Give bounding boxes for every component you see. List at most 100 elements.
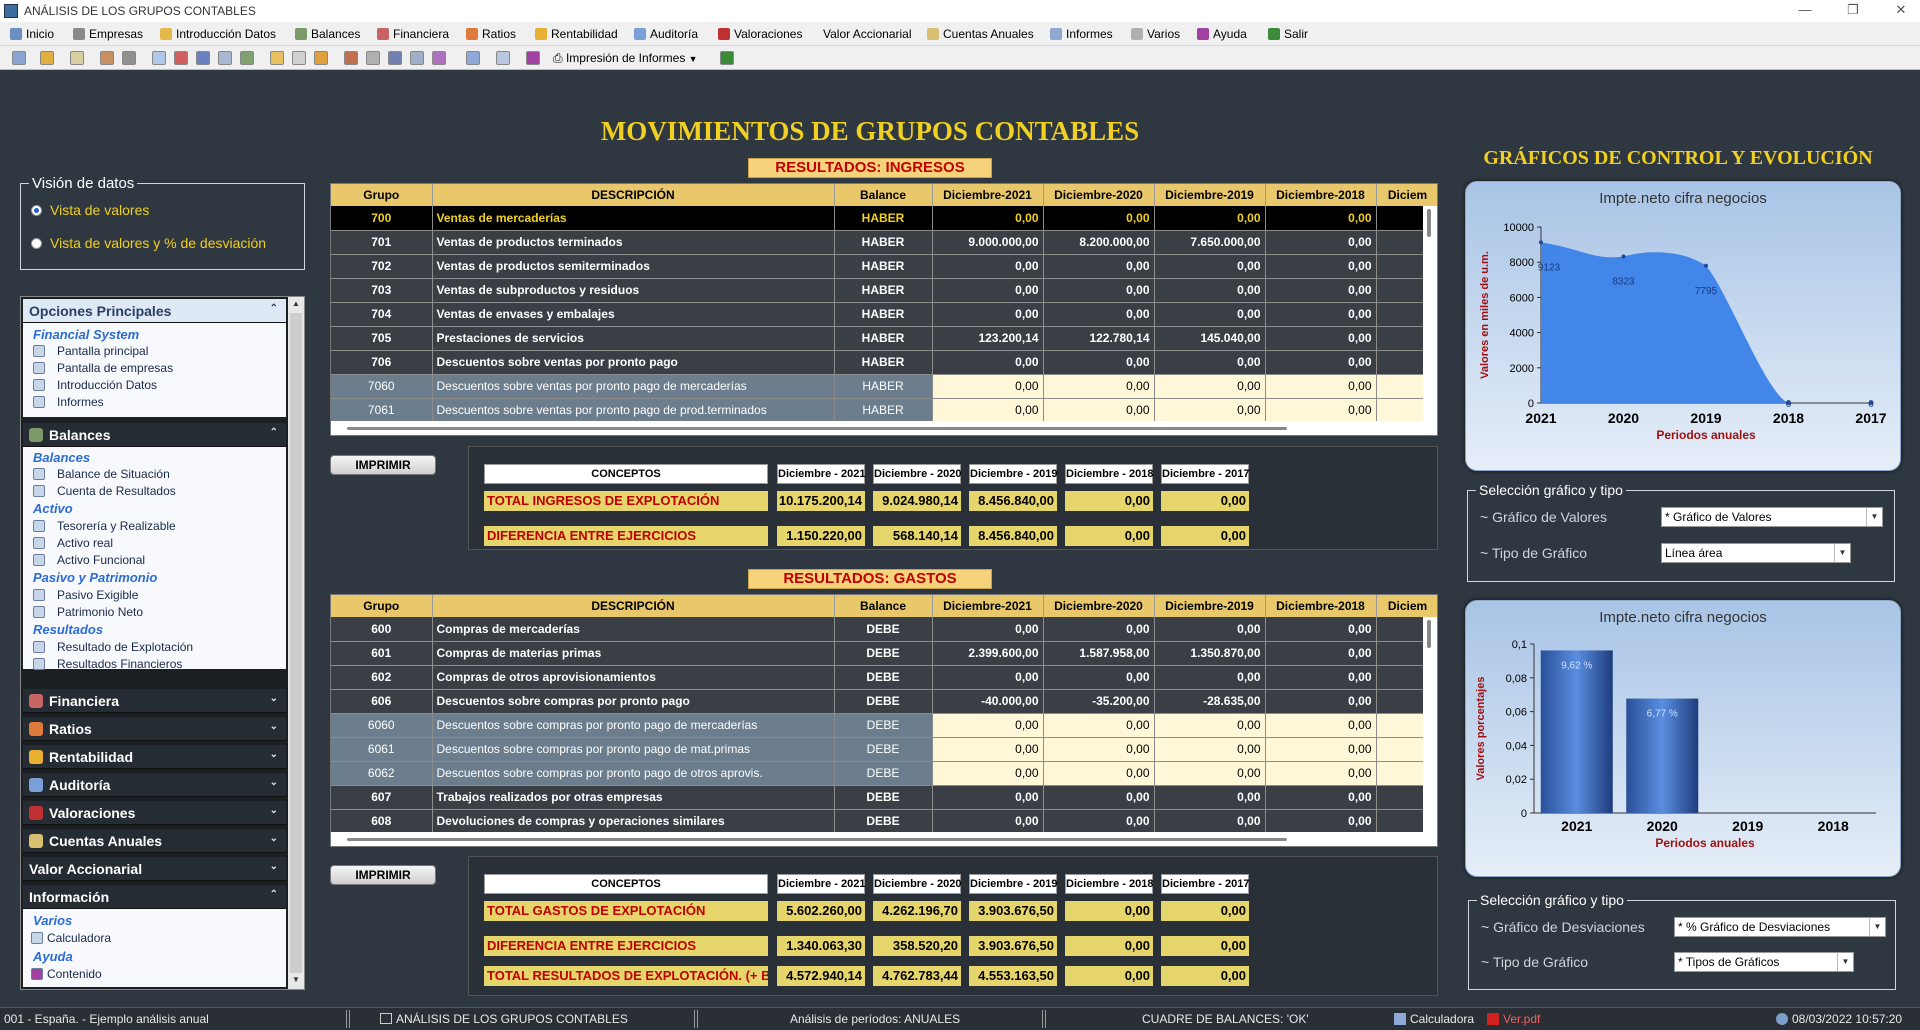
table-cell[interactable]: 123.200,14 (932, 326, 1044, 351)
table-cell[interactable]: 0,00 (1043, 374, 1155, 399)
status-pdf[interactable]: Ver.pdf (1487, 1012, 1540, 1026)
table-cell[interactable]: 0,00 (1265, 374, 1377, 399)
table-cell[interactable]: 0,00 (1265, 326, 1377, 351)
table-cell[interactable]: 145.040,00 (1154, 326, 1266, 351)
menu-auditoria[interactable]: Auditoría (634, 27, 698, 41)
table-cell[interactable]: 601 (331, 641, 433, 666)
table-cell[interactable]: HABER (834, 302, 933, 327)
table-cell[interactable]: 0,00 (1154, 809, 1266, 834)
menu-introduccion[interactable]: Introducción Datos (160, 27, 276, 41)
sidebar-item-patrimonio-neto[interactable]: Patrimonio Neto (33, 605, 143, 619)
table-cell[interactable]: 0,00 (932, 617, 1044, 642)
menu-inicio[interactable]: Inicio (10, 27, 54, 41)
table-row[interactable]: 6061 Descuentos sobre compras por pronto … (331, 737, 1437, 762)
notes-icon[interactable] (270, 51, 284, 65)
table-cell[interactable]: 0,00 (1154, 665, 1266, 690)
scroll-thumb[interactable] (1427, 620, 1431, 648)
scroll-thumb[interactable] (290, 313, 302, 973)
sidebar-item-informes[interactable]: Informes (33, 395, 104, 409)
sidebar-item-balance-situacion[interactable]: Balance de Situación (33, 467, 170, 481)
table-cell[interactable]: 0,00 (932, 350, 1044, 375)
table-row[interactable]: 607 Trabajos realizados por otras empresa… (331, 785, 1437, 810)
scroll-thumb[interactable] (347, 427, 1287, 430)
table-cell[interactable]: 1.587.958,00 (1043, 641, 1155, 666)
column-header[interactable]: Diciembre-2021 (932, 184, 1044, 206)
folder-icon[interactable] (40, 51, 54, 65)
table-row[interactable]: 7061 Descuentos sobre ventas por pronto p… (331, 398, 1437, 423)
table-cell[interactable]: 0,00 (1265, 809, 1377, 834)
sidebar-item-calculadora[interactable]: Calculadora (31, 931, 111, 945)
table-cell[interactable]: 702 (331, 254, 433, 279)
table-cell[interactable]: Descuentos sobre ventas por pronto pago (432, 350, 835, 375)
table-cell[interactable]: 602 (331, 665, 433, 690)
table-cell[interactable]: DEBE (834, 809, 933, 834)
table-cell[interactable]: 0,00 (1043, 809, 1155, 834)
view-values-radio[interactable]: Vista de valores (31, 202, 149, 218)
column-header[interactable]: Diciembre-2020 (1043, 595, 1155, 617)
minimize-icon[interactable]: — (1790, 2, 1820, 17)
sidebar-scrollbar[interactable]: ▲ ▼ (288, 297, 304, 989)
table-cell[interactable]: 0,00 (1043, 785, 1155, 810)
table-cell[interactable]: 0,00 (1265, 761, 1377, 786)
table-cell[interactable]: DEBE (834, 617, 933, 642)
disk-icon[interactable] (366, 51, 380, 65)
table-cell[interactable]: 6062 (331, 761, 433, 786)
table-cell[interactable]: DEBE (834, 641, 933, 666)
table-row[interactable]: 700 Ventas de mercaderías HABER 0,00 0,00 0,0… (331, 206, 1437, 231)
globe-icon[interactable] (432, 51, 446, 65)
gastos-hscroll[interactable] (331, 832, 1437, 846)
table-cell[interactable]: HABER (834, 206, 933, 231)
table-row[interactable]: 703 Ventas de subproductos y residuos HABE… (331, 278, 1437, 303)
table-cell[interactable]: 8.200.000,00 (1043, 230, 1155, 255)
table-cell[interactable]: 0,00 (1043, 206, 1155, 231)
ingresos-hscroll[interactable] (331, 421, 1437, 435)
form-icon[interactable] (70, 51, 84, 65)
table-cell[interactable]: 0,00 (1154, 302, 1266, 327)
table-cell[interactable]: 0,00 (1265, 206, 1377, 231)
table-cell[interactable]: 703 (331, 278, 433, 303)
column-header[interactable]: Diciembre-2019 (1154, 184, 1266, 206)
table-row[interactable]: 606 Descuentos sobre compras por pronto p… (331, 689, 1437, 714)
chart-type-select-2[interactable]: * Tipos de Gráficos ▼ (1674, 952, 1854, 972)
report-icon[interactable] (466, 51, 480, 65)
table-cell[interactable]: Descuentos sobre ventas por pronto pago … (432, 398, 835, 423)
table-cell[interactable]: 0,00 (932, 302, 1044, 327)
menu-empresas[interactable]: Empresas (73, 27, 143, 41)
table-cell[interactable]: 0,00 (1265, 398, 1377, 423)
table-cell[interactable]: 0,00 (1265, 278, 1377, 303)
table-cell[interactable]: 0,00 (1154, 206, 1266, 231)
table-cell[interactable]: Trabajos realizados por otras empresas (432, 785, 835, 810)
table-cell[interactable]: -35.200,00 (1043, 689, 1155, 714)
table-row[interactable]: 702 Ventas de productos semiterminados HAB… (331, 254, 1437, 279)
table-row[interactable]: 7060 Descuentos sobre ventas por pronto p… (331, 374, 1437, 399)
table-cell[interactable]: 706 (331, 350, 433, 375)
table-row[interactable]: 6060 Descuentos sobre compras por pronto … (331, 713, 1437, 738)
scroll-thumb[interactable] (347, 838, 1287, 841)
sidebar-section-balances[interactable]: Balances ⌃ (23, 423, 286, 447)
table-cell[interactable]: 0,00 (1043, 617, 1155, 642)
table-cell[interactable]: 0,00 (932, 278, 1044, 303)
table-cell[interactable]: 600 (331, 617, 433, 642)
table-cell[interactable]: 7.650.000,00 (1154, 230, 1266, 255)
table-cell[interactable]: HABER (834, 398, 933, 423)
table-cell[interactable]: 7060 (331, 374, 433, 399)
table-cell[interactable]: 0,00 (1154, 737, 1266, 762)
menu-salir[interactable]: Salir (1268, 27, 1308, 41)
table-cell[interactable]: 606 (331, 689, 433, 714)
hammer-icon[interactable] (344, 51, 358, 65)
table-cell[interactable]: 701 (331, 230, 433, 255)
table-cell[interactable]: 0,00 (1265, 230, 1377, 255)
table-cell[interactable]: 0,00 (1265, 785, 1377, 810)
status-calculator[interactable]: Calculadora (1394, 1012, 1474, 1026)
print-reports-dropdown[interactable]: ⎙ Impresión de Informes ▼ (553, 51, 698, 66)
table-cell[interactable]: 0,00 (932, 761, 1044, 786)
table-cell[interactable]: 0,00 (1265, 641, 1377, 666)
column-header[interactable]: DESCRIPCIÓN (432, 184, 835, 206)
table-cell[interactable]: 0,00 (1043, 761, 1155, 786)
table-cell[interactable]: 0,00 (1043, 737, 1155, 762)
column-header[interactable]: Grupo (331, 595, 433, 617)
scroll-up-icon[interactable]: ▲ (290, 299, 302, 311)
pie-icon[interactable] (174, 51, 188, 65)
menu-cuentas-anuales[interactable]: Cuentas Anuales (927, 27, 1034, 41)
table-cell[interactable]: DEBE (834, 689, 933, 714)
